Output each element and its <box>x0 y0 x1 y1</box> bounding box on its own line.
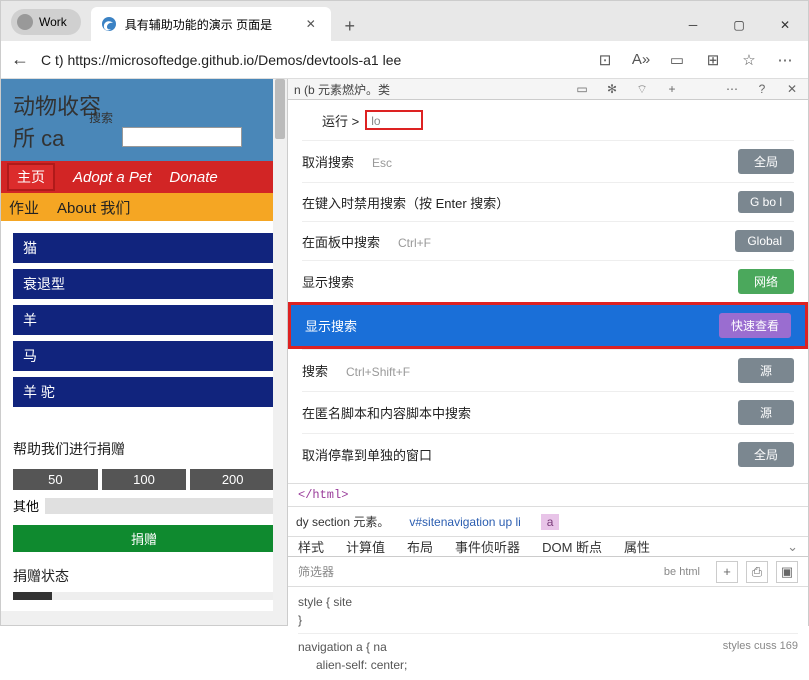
html-close-tag: </html> <box>288 484 808 507</box>
crumb-section[interactable]: dy section 元素。 <box>296 513 389 530</box>
page-content: 动物收容 搜索 所 ca 主页 Adopt a Pet Donate 作业 Ab… <box>1 79 287 625</box>
bug-icon[interactable]: ✻ <box>602 79 622 99</box>
list-item[interactable]: 马 <box>13 341 275 371</box>
filter-input[interactable]: 筛选器 <box>298 563 334 580</box>
devtools-panel: n (b 元素燃炉。类 ▭ ✻ ⌔ + ⋯ ? ✕ 运行 > lo 取消搜索Es… <box>287 79 808 625</box>
horizontal-scrollbar[interactable] <box>1 611 273 625</box>
hover-icon[interactable]: ⎙ <box>746 561 768 583</box>
help-icon[interactable]: ? <box>752 79 772 99</box>
styles-tab[interactable]: 布局 <box>407 537 433 556</box>
add-rule-icon[interactable]: + <box>716 561 738 583</box>
other-label: 其他 <box>13 496 39 515</box>
amount-button[interactable]: 100 <box>102 469 187 490</box>
style-rule-1[interactable]: style { site <box>298 593 798 611</box>
command-item[interactable]: 在键入时禁用搜索（按 Enter 搜索）G bo l <box>302 182 794 221</box>
list-item[interactable]: 羊 驼 <box>13 377 275 407</box>
crumb-nav[interactable]: v#sitenavigation up li <box>409 515 520 529</box>
style-decl[interactable]: alien-self: center; <box>298 656 798 674</box>
site-title-1: 动物收容 <box>13 89 275 121</box>
read-aloud-icon[interactable]: A» <box>628 47 654 73</box>
minimize-button[interactable]: ─ <box>670 9 716 41</box>
other-input[interactable] <box>45 498 275 514</box>
be-html-label: be html <box>664 566 700 578</box>
crumb-a[interactable]: a <box>541 514 560 530</box>
nav-jobs[interactable]: 作业 <box>9 197 39 218</box>
more-icon[interactable]: ⋯ <box>772 47 798 73</box>
list-item[interactable]: 衰退型 <box>13 269 275 299</box>
chevron-down-icon[interactable]: ⌄ <box>787 539 798 555</box>
devtools-close-icon[interactable]: ✕ <box>782 79 802 99</box>
command-item[interactable]: 显示搜索网络 <box>302 260 794 302</box>
wifi-icon[interactable]: ⌔ <box>632 79 652 99</box>
maximize-button[interactable]: ▢ <box>716 9 762 41</box>
back-button[interactable]: ← <box>11 49 31 70</box>
computed-icon[interactable]: ▣ <box>776 561 798 583</box>
browser-tab[interactable]: 具有辅助功能的演示 页面是 ✕ <box>91 7 331 41</box>
command-item[interactable]: 取消搜索Esc全局 <box>302 140 794 182</box>
command-item[interactable]: 在匿名脚本和内容脚本中搜索源 <box>302 391 794 433</box>
command-item[interactable]: 取消停靠到单独的窗口全局 <box>302 433 794 475</box>
devtools-breadcrumb: n (b 元素燃炉。类 <box>294 81 562 98</box>
persona-badge[interactable]: Work <box>11 9 81 35</box>
close-icon[interactable]: ✕ <box>301 14 321 34</box>
persona-label: Work <box>39 15 67 29</box>
amount-button[interactable]: 200 <box>190 469 275 490</box>
devtools-more-icon[interactable]: ⋯ <box>722 79 742 99</box>
vertical-scrollbar[interactable] <box>273 79 287 625</box>
nav-donate[interactable]: Donate <box>169 169 217 186</box>
search-label: 搜索 <box>89 109 113 126</box>
amount-button[interactable]: 50 <box>13 469 98 490</box>
styles-tab[interactable]: 计算值 <box>346 537 385 556</box>
person-icon <box>17 14 33 30</box>
device-icon[interactable]: ▭ <box>572 79 592 99</box>
nav-home[interactable]: 主页 <box>7 163 55 191</box>
favorite-icon[interactable]: ☆ <box>736 47 762 73</box>
command-input[interactable]: lo <box>365 110 423 130</box>
run-label: 运行 > <box>322 111 359 130</box>
list-item[interactable]: 羊 <box>13 305 275 335</box>
app-icon[interactable]: ⊡ <box>592 47 618 73</box>
close-window-button[interactable]: ✕ <box>762 9 808 41</box>
tab-title: 具有辅助功能的演示 页面是 <box>125 16 272 33</box>
address-bar[interactable]: C t) https://microsoftedge.github.io/Dem… <box>41 52 582 68</box>
search-input[interactable] <box>122 127 242 147</box>
site-title-2: 所 ca <box>13 121 64 153</box>
style-rule-1b: } <box>298 611 798 629</box>
styles-tab[interactable]: 事件侦听器 <box>455 537 520 556</box>
command-item[interactable]: 搜索Ctrl+Shift+F源 <box>302 349 794 391</box>
donate-button[interactable]: 捐赠 <box>13 525 275 552</box>
styles-tab[interactable]: 样式 <box>298 537 324 556</box>
status-title: 捐赠状态 <box>13 566 287 586</box>
nav-adopt[interactable]: Adopt a Pet <box>73 169 151 186</box>
donate-title: 帮助我们进行捐赠 <box>13 439 287 459</box>
edge-icon <box>101 16 117 32</box>
style-source[interactable]: styles cuss 169 <box>723 638 798 656</box>
donation-progress <box>13 592 275 600</box>
styles-tab[interactable]: 属性 <box>624 537 650 556</box>
plus-icon[interactable]: + <box>662 79 682 99</box>
style-rule-2[interactable]: navigation a { na <box>298 638 387 656</box>
command-item[interactable]: 在面板中搜索Ctrl+FGlobal <box>302 221 794 260</box>
collections-icon[interactable]: ⊞ <box>700 47 726 73</box>
list-item[interactable]: 猫 <box>13 233 275 263</box>
styles-tab[interactable]: DOM 断点 <box>542 537 602 556</box>
nav-about[interactable]: About 我们 <box>57 197 130 218</box>
translate-icon[interactable]: ▭ <box>664 47 690 73</box>
command-item[interactable]: 显示搜索快速查看 <box>288 302 808 349</box>
new-tab-button[interactable]: + <box>335 11 365 41</box>
